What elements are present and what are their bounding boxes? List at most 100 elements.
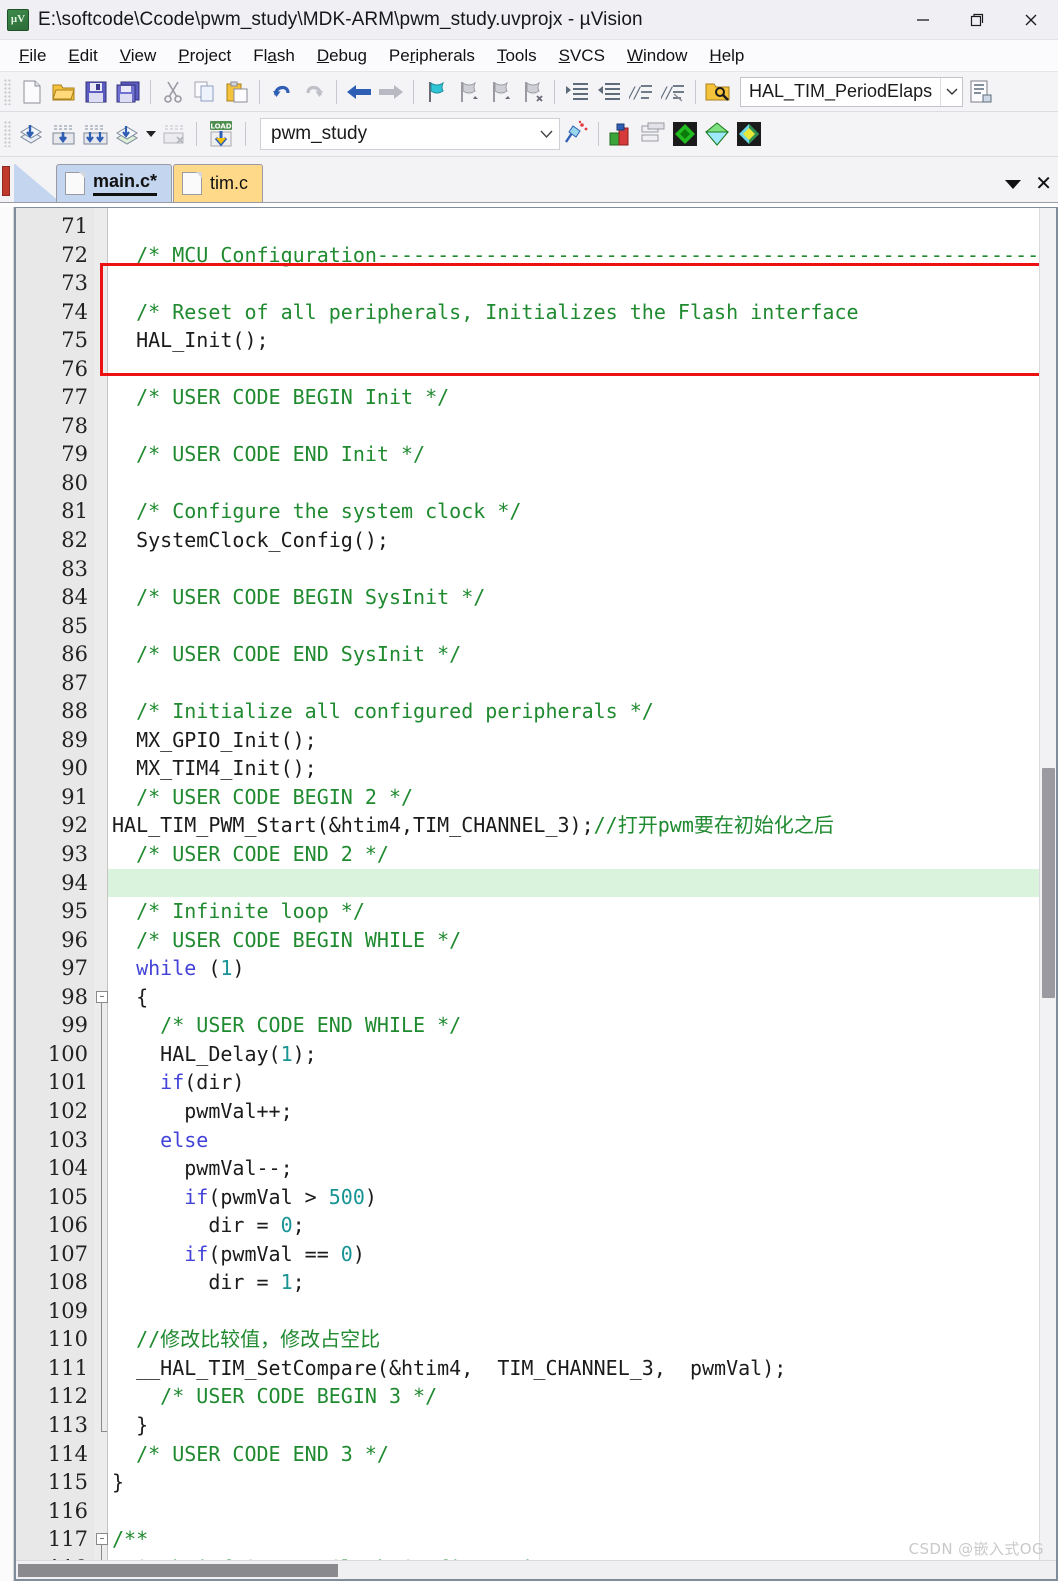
navigate-back-icon[interactable] xyxy=(343,76,375,108)
code-line[interactable]: /* Reset of all peripherals, Initializes… xyxy=(108,298,1056,327)
redo-icon[interactable] xyxy=(298,76,330,108)
code-line[interactable]: /* USER CODE BEGIN Init */ xyxy=(108,383,1056,412)
code-line[interactable]: while (1) xyxy=(108,954,1056,983)
menu-item-peripherals[interactable]: Peripherals xyxy=(378,43,486,69)
function-navigator-combo[interactable]: HAL_TIM_PeriodElaps xyxy=(740,76,964,107)
toolbar-grip[interactable] xyxy=(4,78,12,105)
cut-icon[interactable] xyxy=(157,76,189,108)
code-line[interactable]: /* Configure the system clock */ xyxy=(108,497,1056,526)
code-line[interactable] xyxy=(108,412,1056,441)
indent-right-icon[interactable] xyxy=(561,76,593,108)
tab-list-dropdown-icon[interactable] xyxy=(1005,179,1022,189)
new-file-icon[interactable] xyxy=(16,76,48,108)
code-line[interactable]: dir = 0; xyxy=(108,1211,1056,1240)
tab-tim-c[interactable]: tim.c xyxy=(173,164,264,202)
comment-icon[interactable]: // xyxy=(625,76,657,108)
menu-item-debug[interactable]: Debug xyxy=(306,43,378,69)
code-editor[interactable]: 71 72 73 74 75 76 77 78 79 80 81 82 83 84 85 86 87 88 89 90… xyxy=(14,207,1058,1581)
code-line[interactable] xyxy=(108,868,1056,898)
code-text-column[interactable]: /* MCU Configuration--------------------… xyxy=(108,208,1056,1579)
code-area[interactable]: 71 72 73 74 75 76 77 78 79 80 81 82 83 84 85 86 87 88 89 90… xyxy=(16,208,1056,1579)
vertical-scrollbar[interactable] xyxy=(1039,208,1056,1579)
stop-build-icon[interactable] xyxy=(158,118,190,150)
manage-pack-icon[interactable] xyxy=(733,118,765,150)
code-line[interactable]: pwmVal--; xyxy=(108,1154,1056,1183)
bookmark-toggle-icon[interactable] xyxy=(420,76,452,108)
menu-item-flash[interactable]: Flash xyxy=(242,43,306,69)
translate-icon[interactable] xyxy=(16,118,48,150)
menu-item-file[interactable]: File xyxy=(8,43,57,69)
menu-item-window[interactable]: Window xyxy=(616,43,698,69)
code-line[interactable] xyxy=(108,555,1056,584)
code-line[interactable]: /** xyxy=(108,1525,1056,1554)
fold-toggle[interactable]: – xyxy=(96,990,108,1003)
minimize-button[interactable] xyxy=(896,0,950,40)
maximize-restore-icon[interactable] xyxy=(950,0,1004,40)
save-all-icon[interactable] xyxy=(112,76,144,108)
fold-toggle[interactable]: – xyxy=(96,1533,108,1546)
close-tab-icon[interactable]: ✕ xyxy=(1035,174,1052,194)
code-line[interactable]: /* USER CODE END SysInit */ xyxy=(108,640,1056,669)
uncomment-icon[interactable]: // xyxy=(657,76,689,108)
load-icon[interactable]: LOAD xyxy=(203,118,239,150)
find-in-files-icon[interactable] xyxy=(702,76,734,108)
menu-item-edit[interactable]: Edit xyxy=(57,43,108,69)
code-line[interactable]: { xyxy=(108,983,1056,1012)
code-line[interactable] xyxy=(108,212,1056,241)
code-line[interactable]: /* USER CODE END 3 */ xyxy=(108,1440,1056,1469)
batch-build-icon[interactable] xyxy=(112,118,144,150)
manage-runtime-icon[interactable] xyxy=(605,118,637,150)
save-icon[interactable] xyxy=(80,76,112,108)
menu-item-svcs[interactable]: SVCS xyxy=(548,43,616,69)
code-line[interactable]: MX_GPIO_Init(); xyxy=(108,726,1056,755)
code-line[interactable] xyxy=(108,669,1056,698)
code-line[interactable]: /* MCU Configuration--------------------… xyxy=(108,241,1056,270)
code-line[interactable]: HAL_Init(); xyxy=(108,326,1056,355)
code-line[interactable]: /* USER CODE END Init */ xyxy=(108,440,1056,469)
code-line[interactable]: else xyxy=(108,1126,1056,1155)
code-line[interactable]: /* USER CODE BEGIN 2 */ xyxy=(108,783,1056,812)
code-line[interactable]: //修改比较值，修改占空比 xyxy=(108,1325,1056,1354)
code-line[interactable]: /* USER CODE BEGIN WHILE */ xyxy=(108,926,1056,955)
close-button[interactable] xyxy=(1004,0,1058,40)
code-line[interactable]: HAL_TIM_PWM_Start(&htim4,TIM_CHANNEL_3);… xyxy=(108,811,1056,840)
vertical-scroll-thumb[interactable] xyxy=(1042,768,1055,998)
bookmark-prev-icon[interactable] xyxy=(452,76,484,108)
navigate-forward-icon[interactable] xyxy=(375,76,407,108)
code-line[interactable] xyxy=(108,612,1056,641)
code-line[interactable]: /* USER CODE BEGIN SysInit */ xyxy=(108,583,1056,612)
bookmark-next-icon[interactable] xyxy=(484,76,516,108)
code-line[interactable]: /* USER CODE END 2 */ xyxy=(108,840,1056,869)
code-line[interactable]: SystemClock_Config(); xyxy=(108,526,1056,555)
code-line[interactable]: MX_TIM4_Init(); xyxy=(108,754,1056,783)
menu-item-help[interactable]: Help xyxy=(698,43,755,69)
manage-project-items-icon[interactable] xyxy=(637,118,669,150)
chevron-down-icon[interactable] xyxy=(533,119,559,149)
code-line[interactable]: HAL_Delay(1); xyxy=(108,1040,1056,1069)
code-line[interactable]: if(pwmVal == 0) xyxy=(108,1240,1056,1269)
code-line[interactable]: } xyxy=(108,1411,1056,1440)
undo-icon[interactable] xyxy=(266,76,298,108)
menu-item-tools[interactable]: Tools xyxy=(486,43,548,69)
code-line[interactable] xyxy=(108,1497,1056,1526)
indent-left-icon[interactable] xyxy=(593,76,625,108)
configure-target-icon[interactable] xyxy=(965,76,997,108)
code-line[interactable] xyxy=(108,469,1056,498)
tab-main-c[interactable]: main.c* xyxy=(56,164,173,202)
code-line[interactable]: dir = 1; xyxy=(108,1268,1056,1297)
horizontal-scroll-thumb[interactable] xyxy=(18,1564,338,1577)
code-line[interactable]: } xyxy=(108,1468,1056,1497)
code-line[interactable] xyxy=(108,355,1056,384)
copy-icon[interactable] xyxy=(189,76,221,108)
code-line[interactable]: /* Initialize all configured peripherals… xyxy=(108,697,1056,726)
batch-build-dropdown-icon[interactable] xyxy=(144,118,158,150)
build-icon[interactable] xyxy=(48,118,80,150)
project-target-combo[interactable]: pwm_study xyxy=(260,118,560,150)
rebuild-icon[interactable] xyxy=(80,118,112,150)
toolbar-grip[interactable] xyxy=(4,121,12,147)
open-file-icon[interactable] xyxy=(48,76,80,108)
target-options-icon[interactable] xyxy=(560,118,592,150)
paste-icon[interactable] xyxy=(221,76,253,108)
code-line[interactable]: if(dir) xyxy=(108,1068,1056,1097)
code-line[interactable]: pwmVal++; xyxy=(108,1097,1056,1126)
